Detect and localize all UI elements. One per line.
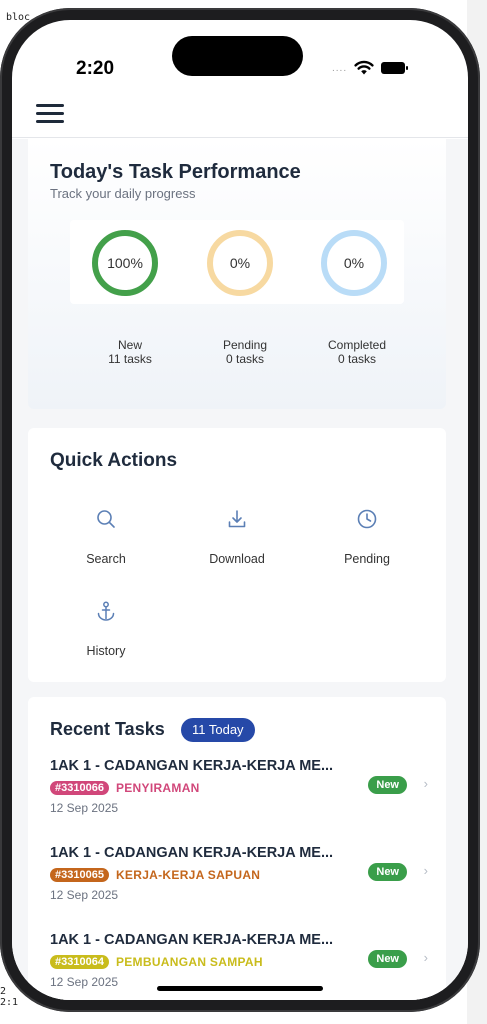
task-list-item[interactable]: 1AK 1 - CADANGAN KERJA-KERJA ME... #3310… xyxy=(50,758,430,844)
quick-actions-title: Quick Actions xyxy=(50,450,178,471)
task-date: 12 Sep 2025 xyxy=(50,888,119,902)
download-icon xyxy=(228,510,246,528)
progress-ring-new: 100% xyxy=(92,230,158,296)
ring-label-new: New 11 tasks xyxy=(85,338,175,366)
performance-card: Today's Task Performance Track your dail… xyxy=(28,139,446,409)
status-badge: New xyxy=(368,776,407,794)
ring-label: Pending xyxy=(222,338,268,352)
hamburger-menu-icon[interactable] xyxy=(36,104,66,128)
quick-actions-card: Quick Actions Search Download Pending Hi… xyxy=(28,428,446,682)
status-badge: New xyxy=(368,863,407,881)
task-category: PENYIRAMAN xyxy=(115,781,200,795)
app-bar xyxy=(12,94,468,138)
main-content[interactable]: Today's Task Performance Track your dail… xyxy=(12,139,468,1000)
task-category: KERJA-KERJA SAPUAN xyxy=(115,868,261,882)
phone-frame: 2:20 .... Today's Task Performance Track… xyxy=(0,8,480,1012)
performance-subtitle: Track your daily progress xyxy=(50,186,196,201)
chevron-right-icon: › xyxy=(423,863,428,878)
ring-label-completed: Completed 0 tasks xyxy=(312,338,402,366)
status-time: 2:20 xyxy=(76,58,115,79)
task-id-badge: #3310065 xyxy=(50,868,109,882)
backdrop-text: bloc xyxy=(6,12,31,23)
pending-action-button[interactable]: Pending xyxy=(311,508,423,566)
action-label: Download xyxy=(209,552,265,566)
download-action-button[interactable]: Download xyxy=(181,508,293,566)
chevron-right-icon: › xyxy=(423,950,428,965)
ring-percent: 0% xyxy=(229,255,251,271)
ring-count: 0 tasks xyxy=(337,352,376,366)
action-label: Search xyxy=(86,552,126,566)
task-id-badge: #3310064 xyxy=(50,955,109,969)
progress-ring-completed: 0% xyxy=(321,230,387,296)
backdrop-text: 2 xyxy=(0,986,7,997)
action-label: Pending xyxy=(344,552,390,566)
history-action-button[interactable]: History xyxy=(50,600,162,658)
signal-icon: .... xyxy=(332,62,348,74)
ring-count: 0 tasks xyxy=(225,352,264,366)
chevron-right-icon: › xyxy=(423,776,428,791)
today-count-badge: 11 Today xyxy=(181,718,255,742)
ring-count: 11 tasks xyxy=(108,352,152,366)
action-label: History xyxy=(86,644,126,658)
task-date: 12 Sep 2025 xyxy=(50,801,119,815)
battery-icon xyxy=(381,62,409,74)
status-badge: New xyxy=(368,950,407,968)
task-id-badge: #3310066 xyxy=(50,781,109,795)
ring-label: New xyxy=(117,338,142,352)
clock-icon xyxy=(357,509,377,529)
anchor-icon xyxy=(97,601,115,621)
ring-label: Completed xyxy=(327,338,387,352)
progress-ring-pending: 0% xyxy=(207,230,273,296)
home-indicator[interactable] xyxy=(157,986,323,991)
performance-title: Today's Task Performance xyxy=(50,161,301,183)
search-icon xyxy=(97,510,115,528)
task-category: PEMBUANGAN SAMPAH xyxy=(115,955,263,969)
search-action-button[interactable]: Search xyxy=(50,508,162,566)
task-title: 1AK 1 - CADANGAN KERJA-KERJA ME... xyxy=(50,932,334,948)
recent-tasks-title: Recent Tasks xyxy=(50,719,165,739)
progress-rings: 100% 0% 0% xyxy=(70,220,404,304)
task-title: 1AK 1 - CADANGAN KERJA-KERJA ME... xyxy=(50,758,334,774)
ring-label-pending: Pending 0 tasks xyxy=(200,338,290,366)
ring-percent: 0% xyxy=(343,255,365,271)
dynamic-island xyxy=(172,36,303,76)
phone-screen: 2:20 .... Today's Task Performance Track… xyxy=(12,20,468,1000)
status-icons: .... xyxy=(332,60,409,76)
wifi-icon xyxy=(354,60,374,75)
task-list-item[interactable]: 1AK 1 - CADANGAN KERJA-KERJA ME... #3310… xyxy=(50,845,430,931)
recent-tasks-card: Recent Tasks 11 Today 1AK 1 - CADANGAN K… xyxy=(28,697,446,1000)
ring-percent: 100% xyxy=(107,255,143,271)
task-title: 1AK 1 - CADANGAN KERJA-KERJA ME... xyxy=(50,845,334,861)
